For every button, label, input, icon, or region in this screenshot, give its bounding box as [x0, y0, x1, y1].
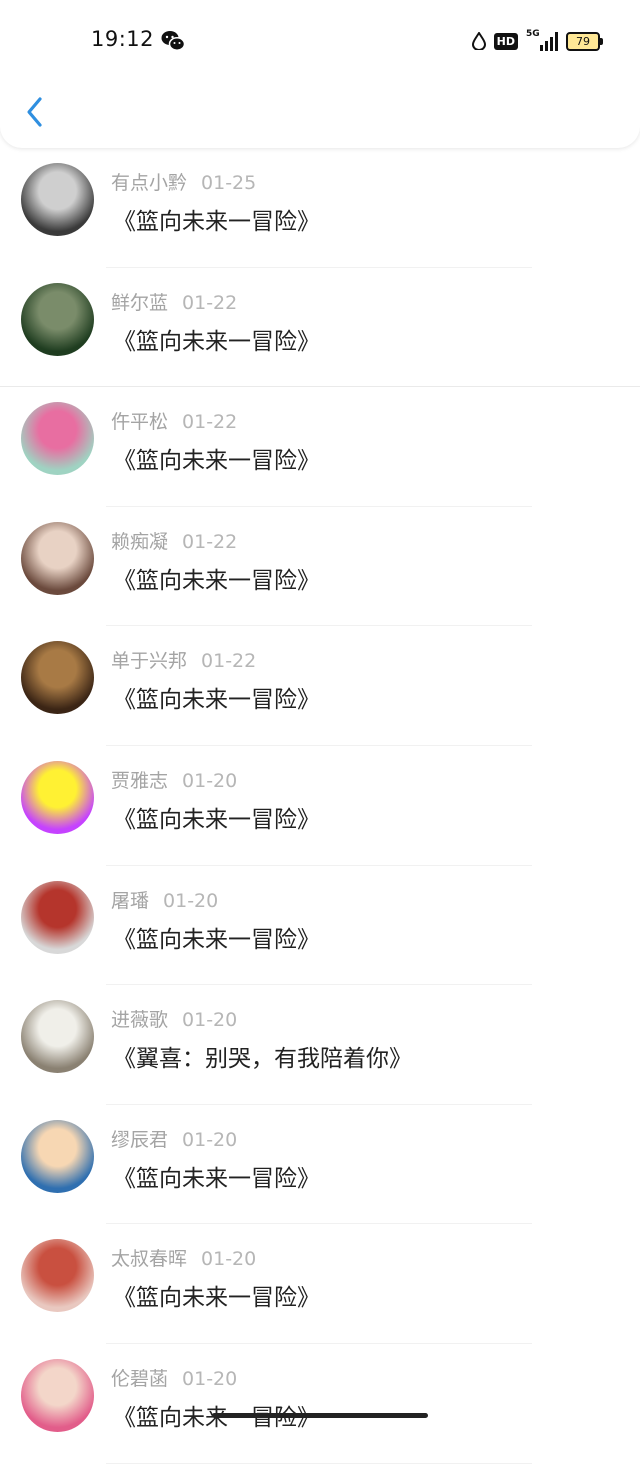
- message-date: 01-20: [182, 1128, 238, 1151]
- message-meta: 伦碧菡 01-20: [111, 1364, 237, 1391]
- status-bar: 19:12 HD 5G 79: [0, 0, 640, 80]
- status-icons: HD 5G 79: [471, 29, 603, 53]
- avatar[interactable]: [21, 1239, 94, 1313]
- avatar[interactable]: [21, 282, 94, 356]
- sender-name: 仵平松: [111, 411, 169, 434]
- message-date: 01-20: [182, 1367, 238, 1390]
- message-text: 《翼喜：别哭，有我陪着你》: [113, 1046, 412, 1073]
- list-item[interactable]: 进薇歌 01-20 《翼喜：别哭，有我陪着你》: [0, 985, 640, 1105]
- battery-icon: 79: [566, 31, 603, 51]
- sender-name: 屠璠: [111, 889, 150, 912]
- avatar[interactable]: [21, 880, 94, 954]
- message-date: 01-22: [182, 411, 238, 434]
- message-meta: 屠璠 01-20: [111, 886, 218, 913]
- message-date: 01-22: [182, 291, 238, 314]
- message-text: 《篮向未来一冒险》: [113, 448, 320, 475]
- home-indicator[interactable]: [212, 1413, 428, 1418]
- list-item[interactable]: 有点小黔 01-25 《篮向未来一冒险》: [0, 148, 640, 268]
- avatar[interactable]: [21, 641, 94, 715]
- sender-name: 赖痴凝: [111, 530, 169, 553]
- list-item[interactable]: 鲜尔蓝 01-22 《篮向未来一冒险》: [0, 268, 640, 388]
- message-text: 《篮向未来一冒险》: [113, 328, 320, 355]
- message-date: 01-20: [182, 1009, 238, 1032]
- sender-name: 进薇歌: [111, 1009, 169, 1032]
- message-text: 《篮向未来一冒险》: [113, 926, 320, 953]
- message-list: 有点小黔 01-25 《篮向未来一冒险》 鲜尔蓝 01-22 《篮向未来一冒险》 仵平松 01…: [0, 148, 640, 1464]
- message-meta: 有点小黔 01-25: [111, 168, 256, 195]
- divider: [106, 1462, 532, 1464]
- message-text: 《篮向未来一冒险》: [113, 209, 320, 235]
- message-text: 《篮向未来一冒险》: [113, 1285, 320, 1312]
- water-drop-icon: [471, 32, 486, 50]
- sender-name: 太叔春晖: [111, 1248, 188, 1271]
- message-text: 《篮向未来一冒险》: [113, 687, 320, 714]
- list-item[interactable]: 伦碧菡01-20《篮向未来一冒险》: [0, 1344, 640, 1464]
- sender-name: 缪辰君: [111, 1128, 169, 1151]
- message-date: 01-22: [182, 530, 238, 553]
- message-text: 《篮向未来一冒险》: [113, 1165, 320, 1192]
- sender-name: 伦碧菡: [111, 1367, 169, 1390]
- message-meta: 鲜尔蓝 01-22: [111, 288, 237, 315]
- avatar[interactable]: [21, 1000, 94, 1074]
- sender-name: 有点小黔: [111, 172, 188, 194]
- avatar[interactable]: [21, 1119, 94, 1193]
- message-date: 01-22: [201, 650, 257, 673]
- message-text: 《篮向未来一冒险》: [113, 567, 320, 594]
- avatar[interactable]: [21, 1358, 94, 1432]
- message-date: 01-20: [201, 1248, 257, 1271]
- sender-name: 贾雅志: [111, 769, 169, 792]
- list-item[interactable]: 贾雅志 01-20 《篮向未来一冒险》: [0, 746, 640, 866]
- list-item[interactable]: 屠璠 01-20 《篮向未来一冒险》: [0, 866, 640, 986]
- message-meta: 单于兴邦 01-22: [111, 646, 256, 673]
- message-meta: 仵平松 01-22: [111, 407, 237, 434]
- avatar[interactable]: [21, 760, 94, 834]
- message-meta: 太叔春晖 01-20: [111, 1244, 256, 1271]
- signal-icon: 5G: [526, 29, 558, 51]
- message-date: 01-20: [163, 889, 219, 912]
- message-text: 《篮向未来一冒险》: [113, 806, 320, 833]
- avatar[interactable]: [21, 521, 94, 595]
- message-date: 01-20: [182, 769, 238, 792]
- sender-name: 鲜尔蓝: [111, 291, 169, 314]
- avatar[interactable]: [21, 163, 94, 236]
- list-item[interactable]: 仵平松 01-22 《篮向未来一冒险》: [0, 387, 640, 507]
- sender-name: 单于兴邦: [111, 650, 188, 673]
- network-label: 5G: [526, 29, 540, 39]
- list-item[interactable]: 太叔春晖 01-20 《篮向未来一冒险》: [0, 1224, 640, 1344]
- avatar[interactable]: [21, 402, 94, 476]
- message-meta: 赖痴凝 01-22: [111, 527, 237, 554]
- message-meta: 贾雅志 01-20: [111, 766, 237, 793]
- message-date: 01-25: [201, 172, 257, 194]
- status-time: 19:12: [91, 27, 155, 51]
- list-item[interactable]: 赖痴凝 01-22 《篮向未来一冒险》: [0, 507, 640, 627]
- wechat-icon: [161, 31, 185, 51]
- list-item[interactable]: 单于兴邦 01-22 《篮向未来一冒险》: [0, 626, 640, 746]
- message-meta: 缪辰君 01-20: [111, 1125, 237, 1152]
- message-meta: 进薇歌 01-20: [111, 1005, 237, 1032]
- hd-badge: HD: [493, 32, 518, 50]
- list-item[interactable]: 缪辰君 01-20 《篮向未来一冒险》: [0, 1105, 640, 1225]
- battery-level: 79: [576, 34, 590, 48]
- top-bar: 19:12 HD 5G 79: [0, 0, 640, 148]
- chevron-left-icon[interactable]: [22, 92, 48, 132]
